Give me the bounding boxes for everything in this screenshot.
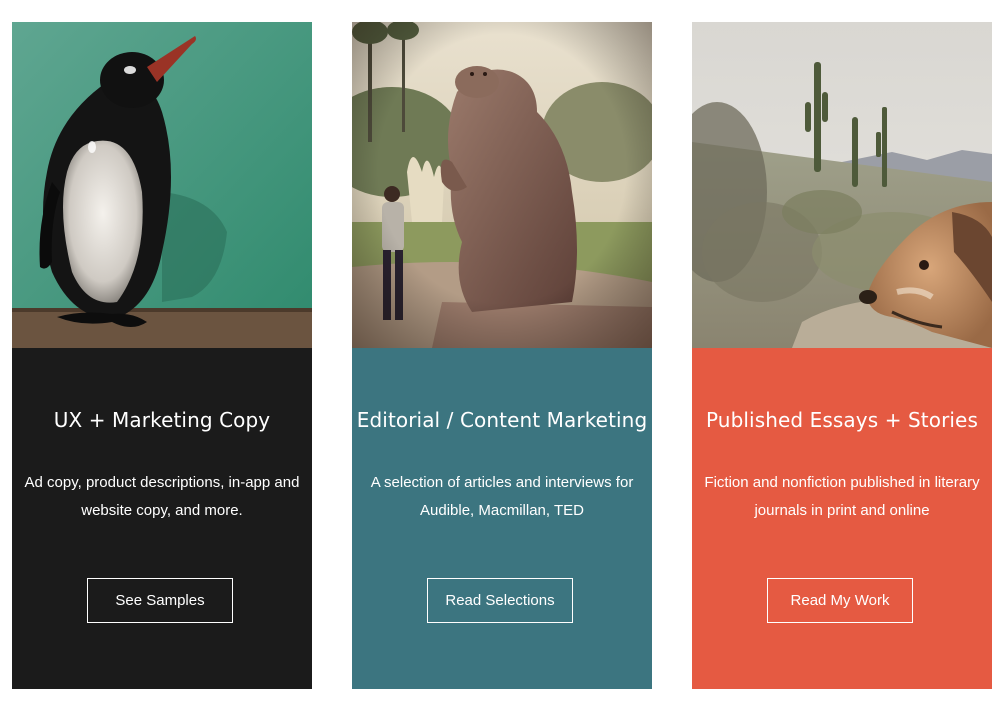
penguin-figurine-photo: [12, 22, 312, 348]
card-description: A selection of articles and interviews f…: [370, 474, 634, 519]
see-samples-button[interactable]: See Samples: [87, 578, 233, 623]
card-title: UX + Marketing Copy: [53, 408, 271, 432]
card-panel: Published Essays + Stories Fiction and n…: [692, 348, 992, 689]
card-title: Editorial / Content Marketing: [356, 408, 648, 432]
card-published-essays: Published Essays + Stories Fiction and n…: [692, 22, 992, 689]
card-panel: UX + Marketing Copy Ad copy, product des…: [12, 348, 312, 689]
read-my-work-button[interactable]: Read My Work: [767, 578, 913, 623]
card-description: Ad copy, product descriptions, in-app an…: [24, 474, 300, 519]
card-ux-marketing: UX + Marketing Copy Ad copy, product des…: [12, 22, 312, 689]
card-description: Fiction and nonfiction published in lite…: [704, 474, 980, 519]
card-panel: Editorial / Content Marketing A selectio…: [352, 348, 652, 689]
dog-in-desert-photo: [692, 22, 992, 348]
card-editorial: Editorial / Content Marketing A selectio…: [352, 22, 652, 689]
read-selections-button[interactable]: Read Selections: [427, 578, 573, 623]
card-title: Published Essays + Stories: [706, 408, 978, 432]
giant-sloth-statue-photo: [352, 22, 652, 348]
